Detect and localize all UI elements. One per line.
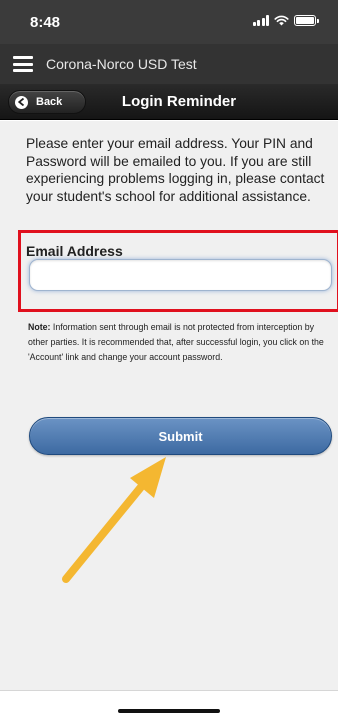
hamburger-icon[interactable] [13,56,33,72]
app-header: Corona-Norco USD Test [0,44,338,84]
email-label: Email Address [26,243,123,259]
bottom-bar [0,690,338,719]
status-icons [252,15,319,26]
status-time: 8:48 [30,14,61,31]
page-title: Login Reminder [121,93,237,110]
battery-icon [294,15,319,26]
home-indicator[interactable] [118,709,220,713]
submit-button[interactable]: Submit [29,417,332,455]
wifi-icon [274,15,289,26]
status-bar: 8:48 [0,0,338,44]
signal-icon [252,15,269,26]
arrow-annotation [62,457,166,583]
note-body: Information sent through email is not pr… [28,322,324,363]
note-text: Note: Information sent through email is … [28,320,330,366]
intro-text: Please enter your email address. Your PI… [26,136,325,204]
main-content: Please enter your email address. Your PI… [0,121,338,690]
email-input[interactable] [29,259,332,291]
note-prefix: Note: [28,322,51,332]
nav-bar: Back Login Reminder [0,84,338,120]
app-title: Corona-Norco USD Test [46,56,197,72]
